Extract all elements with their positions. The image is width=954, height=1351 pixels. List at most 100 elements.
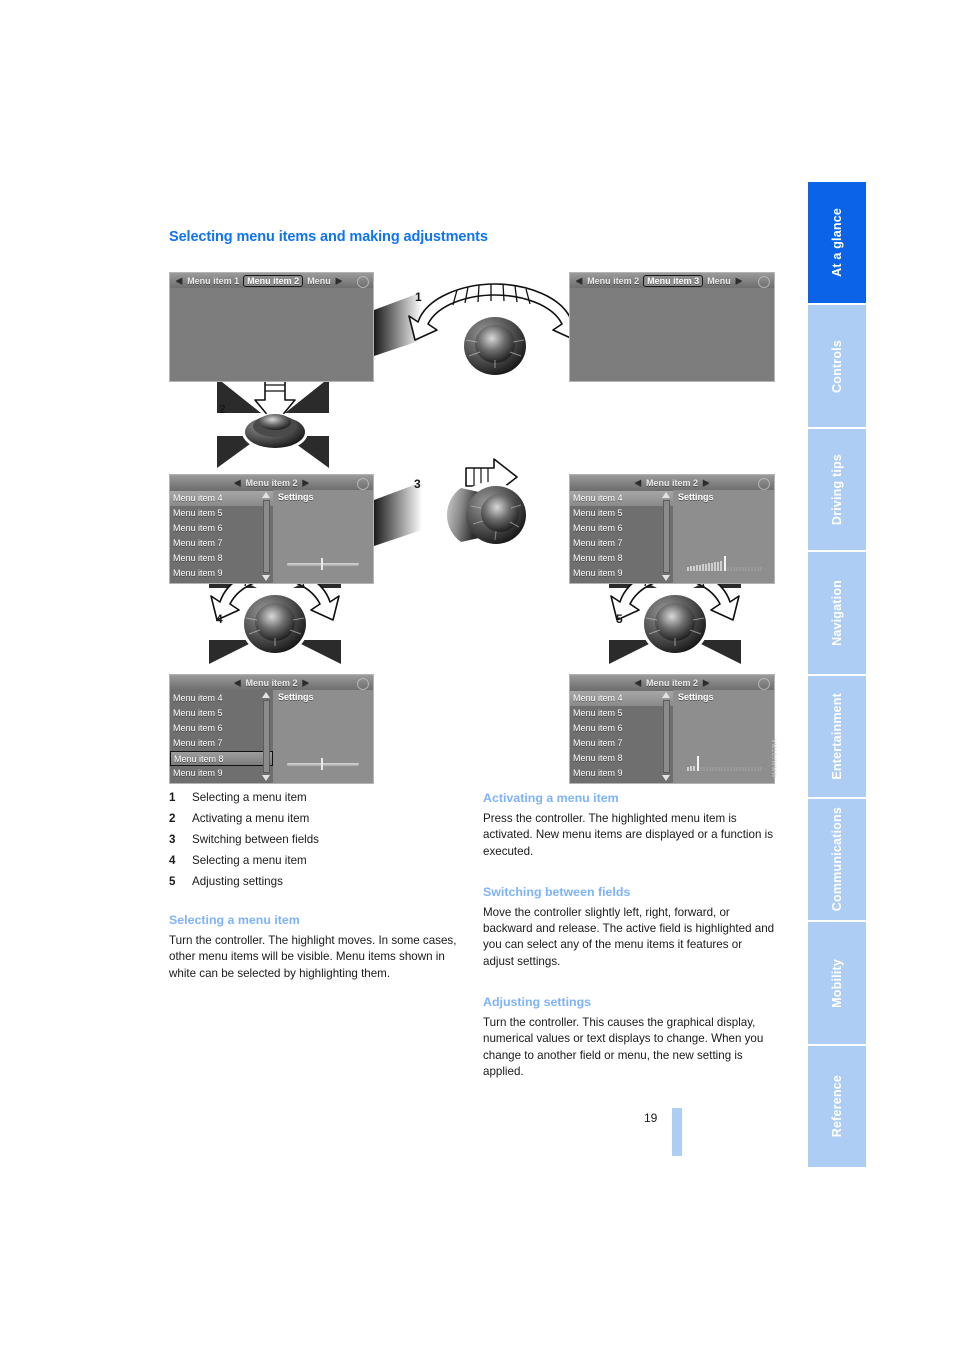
scrollbar-track[interactable] (663, 700, 670, 773)
sidebar-tab-mobility[interactable]: Mobility (808, 922, 866, 1044)
screen-tab-selected[interactable]: Menu item 2 (243, 274, 304, 287)
scroll-down-icon[interactable] (662, 575, 670, 581)
bargraph-segment (733, 567, 735, 571)
menu-scrollbar[interactable] (262, 691, 270, 782)
settings-slider[interactable] (287, 558, 359, 570)
menu-list-item[interactable]: Menu item 9 (170, 766, 273, 781)
scrollbar-track[interactable] (663, 500, 670, 573)
menu-list-item[interactable]: Menu item 8 (170, 551, 273, 566)
page-content: Selecting menu items and making adjustme… (0, 0, 808, 1351)
legend-item: 3 Switching between fields (169, 832, 471, 848)
scroll-up-icon[interactable] (662, 692, 670, 698)
settings-title: Settings (678, 492, 714, 502)
next-arrow-icon[interactable]: ▶ (703, 678, 709, 687)
menu-list-item[interactable]: Menu item 5 (570, 506, 673, 521)
scroll-down-icon[interactable] (262, 775, 270, 781)
screen-tab[interactable]: Menu (307, 276, 331, 286)
next-arrow-icon[interactable]: ▶ (303, 678, 309, 687)
bargraph-segment (702, 564, 704, 571)
menu-list-item-selected[interactable]: Menu item 8 (170, 751, 273, 766)
menu-list-item[interactable]: Menu item 9 (170, 566, 273, 581)
sidebar-tab-driving-tips[interactable]: Driving tips (808, 428, 866, 551)
menu-list-item[interactable]: Menu item 9 (570, 766, 673, 781)
sidebar-tab-label: Driving tips (830, 453, 844, 526)
settings-bargraph[interactable] (687, 556, 764, 571)
next-arrow-icon[interactable]: ▶ (336, 276, 342, 285)
sidebar-tab-communications[interactable]: Communications (808, 798, 866, 921)
sidebar-tab-controls[interactable]: Controls (808, 305, 866, 427)
menu-list-item[interactable]: Menu item 9 (570, 566, 673, 581)
menu-list-item[interactable]: Menu item 8 (570, 751, 673, 766)
settings-title: Settings (678, 692, 714, 702)
slider-thumb[interactable] (320, 558, 323, 570)
sidebar-tab-navigation[interactable]: Navigation (808, 552, 866, 674)
screen-mid-right-menu-list: Menu item 4 Menu item 5 Menu item 6 Menu… (570, 490, 673, 583)
sidebar-tab-reference[interactable]: Reference (808, 1045, 866, 1167)
menu-list-item[interactable]: Menu item 4 (170, 491, 273, 506)
bargraph-segment (745, 567, 747, 571)
next-arrow-icon[interactable]: ▶ (303, 478, 309, 487)
clock-icon (758, 678, 770, 690)
heading-selecting-a-menu-item: Selecting a menu item (169, 913, 300, 928)
bargraph-segment (700, 767, 702, 771)
menu-list-item[interactable]: Menu item 5 (570, 706, 673, 721)
screen-title: Menu item 2 (645, 477, 698, 488)
menu-list-item[interactable]: Menu item 6 (170, 721, 273, 736)
scroll-down-icon[interactable] (662, 775, 670, 781)
bargraph-segment (757, 767, 759, 771)
scroll-up-icon[interactable] (662, 492, 670, 498)
menu-list-item[interactable]: Menu item 7 (170, 736, 273, 751)
slider-thumb[interactable] (320, 758, 323, 770)
scroll-up-icon[interactable] (262, 692, 270, 698)
screen-tab[interactable]: Menu item 2 (587, 276, 639, 286)
menu-list-item[interactable]: Menu item 5 (170, 706, 273, 721)
screen-mid-left-titlebar: ◀ Menu item 2 ▶ (170, 475, 373, 490)
paragraph-activating-a-menu-item: Press the controller. The highlighted me… (483, 811, 773, 858)
bargraph-segment (736, 567, 738, 571)
menu-list-item[interactable]: Menu item 6 (570, 521, 673, 536)
prev-arrow-icon[interactable]: ◀ (635, 478, 641, 487)
menu-scrollbar[interactable] (262, 491, 270, 582)
screen-tab-selected[interactable]: Menu item 3 (643, 274, 704, 287)
menu-list-item[interactable]: Menu item 4 (170, 691, 273, 706)
menu-list-item[interactable]: Menu item 4 (570, 491, 673, 506)
menu-list-item[interactable]: Menu item 7 (570, 536, 673, 551)
next-arrow-icon[interactable]: ▶ (736, 276, 742, 285)
screen-tab[interactable]: Menu (707, 276, 731, 286)
scrollbar-track[interactable] (263, 700, 270, 773)
menu-list-item[interactable]: Menu item 8 (570, 551, 673, 566)
menu-scrollbar[interactable] (662, 491, 670, 582)
menu-list-item[interactable]: Menu item 7 (570, 736, 673, 751)
bargraph-segment (730, 767, 732, 771)
settings-bargraph[interactable] (687, 756, 764, 771)
screen-bottom-left-titlebar: ◀ Menu item 2 ▶ (170, 675, 373, 690)
prev-arrow-icon[interactable]: ◀ (635, 678, 641, 687)
settings-slider[interactable] (287, 758, 359, 770)
next-arrow-icon[interactable]: ▶ (703, 478, 709, 487)
menu-list-item[interactable]: Menu item 6 (170, 521, 273, 536)
bargraph-segment (714, 562, 716, 571)
menu-list-item[interactable]: Menu item 5 (170, 506, 273, 521)
menu-list-item[interactable]: Menu item 6 (570, 721, 673, 736)
bargraph-segment (718, 767, 720, 771)
prev-arrow-icon[interactable]: ◀ (576, 276, 582, 285)
step-number-5: 5 (616, 612, 623, 626)
scroll-up-icon[interactable] (262, 492, 270, 498)
bargraph-segment (696, 565, 698, 571)
heading-adjusting-settings: Adjusting settings (483, 995, 592, 1010)
prev-arrow-icon[interactable]: ◀ (234, 678, 240, 687)
sidebar-tab-at-a-glance[interactable]: At a glance (808, 182, 866, 304)
clock-icon (758, 478, 770, 490)
prev-arrow-icon[interactable]: ◀ (176, 276, 182, 285)
prev-arrow-icon[interactable]: ◀ (234, 478, 240, 487)
menu-list-item[interactable]: Menu item 4 (570, 691, 673, 706)
screen-tab[interactable]: Menu item 1 (187, 276, 239, 286)
sidebar-tab-entertainment[interactable]: Entertainment (808, 675, 866, 797)
menu-scrollbar[interactable] (662, 691, 670, 782)
scroll-down-icon[interactable] (262, 575, 270, 581)
scrollbar-track[interactable] (263, 500, 270, 573)
bargraph-segment (748, 567, 750, 571)
sidebar-tab-label: Navigation (830, 579, 844, 646)
legend-item-number: 2 (169, 811, 176, 825)
menu-list-item[interactable]: Menu item 7 (170, 536, 273, 551)
